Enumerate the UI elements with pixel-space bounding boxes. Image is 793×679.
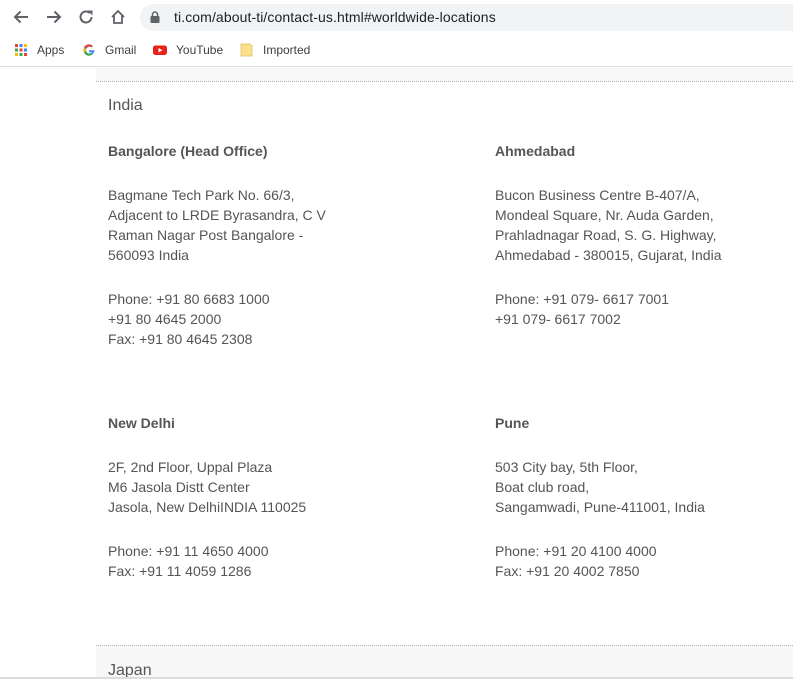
- office-contact: Phone: +91 80 6683 1000 +91 80 4645 2000…: [108, 291, 270, 347]
- office-contact: Phone: +91 11 4650 4000 Fax: +91 11 4059…: [108, 543, 269, 579]
- region-title-india: India: [108, 97, 143, 114]
- office-name: New Delhi: [108, 415, 175, 431]
- bookmark-label: Gmail: [105, 43, 137, 57]
- youtube-icon: [153, 45, 167, 55]
- forward-arrow-icon: [47, 10, 62, 24]
- google-g-icon: [83, 44, 95, 56]
- reload-icon: [79, 10, 93, 24]
- office-address: Bagmane Tech Park No. 66/3, Adjacent to …: [108, 187, 326, 263]
- office-card: Bangalore (Head Office) Bagmane Tech Par…: [108, 141, 326, 349]
- forward-button[interactable]: [42, 5, 66, 29]
- bookmark-gmail[interactable]: Gmail: [82, 41, 136, 59]
- back-button[interactable]: [9, 5, 33, 29]
- lock-icon: [150, 11, 160, 23]
- bookmark-label: Apps: [37, 43, 65, 57]
- section-divider: [96, 68, 793, 82]
- page-content: India Bangalore (Head Office) Bagmane Te…: [0, 68, 793, 679]
- section-divider: [96, 645, 793, 679]
- office-address: 503 City bay, 5th Floor, Boat club road,…: [495, 459, 705, 515]
- bookmark-label: Imported: [263, 43, 311, 57]
- folder-icon: [240, 43, 253, 57]
- bookmark-label: YouTube: [176, 43, 224, 57]
- reload-button[interactable]: [74, 5, 98, 29]
- back-arrow-icon: [13, 10, 28, 24]
- bookmark-youtube[interactable]: YouTube: [153, 41, 223, 59]
- office-address: Bucon Business Centre B-407/A, Mondeal S…: [495, 187, 722, 263]
- office-address: 2F, 2nd Floor, Uppal Plaza M6 Jasola Dis…: [108, 459, 307, 515]
- home-icon: [111, 9, 125, 24]
- office-name: Ahmedabad: [495, 143, 576, 159]
- bookmark-imported[interactable]: Imported: [240, 41, 310, 59]
- url-text[interactable]: ti.com/about-ti/contact-us.html#worldwid…: [174, 9, 496, 25]
- office-contact: Phone: +91 20 4100 4000 Fax: +91 20 4002…: [495, 543, 657, 579]
- office-name: Bangalore (Head Office): [108, 143, 268, 159]
- office-card: Pune 503 City bay, 5th Floor, Boat club …: [495, 413, 705, 581]
- office-name: Pune: [495, 415, 530, 431]
- address-bar[interactable]: ti.com/about-ti/contact-us.html#worldwid…: [140, 4, 793, 31]
- bookmarks-bar: Apps Gmail YouTube Imported: [0, 34, 793, 67]
- office-card: New Delhi 2F, 2nd Floor, Uppal Plaza M6 …: [108, 413, 306, 581]
- office-contact: Phone: +91 079- 6617 7001 +91 079- 6617 …: [495, 291, 669, 327]
- home-button[interactable]: [106, 5, 130, 29]
- bookmark-apps[interactable]: Apps: [14, 41, 64, 59]
- office-card: Ahmedabad Bucon Business Centre B-407/A,…: [495, 141, 722, 329]
- browser-toolbar: ti.com/about-ti/contact-us.html#worldwid…: [0, 0, 793, 34]
- apps-grid-icon: [15, 44, 27, 56]
